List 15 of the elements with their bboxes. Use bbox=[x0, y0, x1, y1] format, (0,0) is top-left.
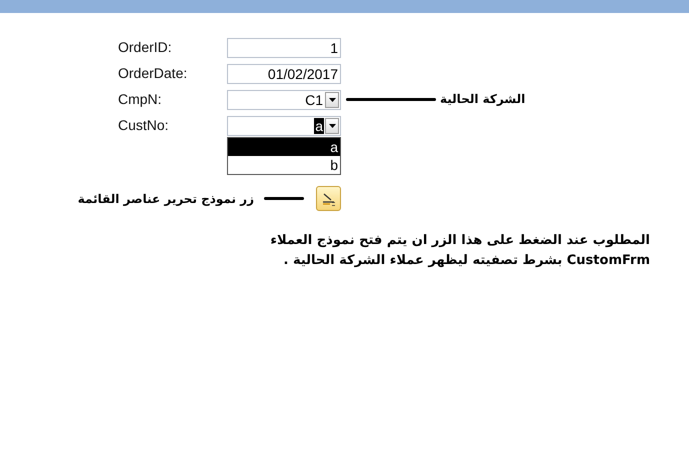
input-field[interactable]: 01/02/2017 bbox=[227, 64, 341, 84]
field-label: OrderDate: bbox=[118, 64, 188, 82]
input-field[interactable]: 1 bbox=[227, 38, 341, 58]
combo-box[interactable]: C1 bbox=[227, 90, 341, 110]
dropdown-option[interactable]: b bbox=[228, 156, 340, 174]
field-label: OrderID: bbox=[118, 38, 173, 56]
annotation-text: الشركة الحالية bbox=[440, 91, 526, 108]
annotation-text: زر نموذج تحرير عناصر القائمة bbox=[78, 190, 254, 208]
edit-list-button[interactable] bbox=[316, 186, 341, 211]
dropdown-option[interactable]: a bbox=[228, 138, 340, 156]
edit-list-icon bbox=[320, 190, 336, 206]
field-label: CustNo: bbox=[118, 116, 170, 134]
field-label: CmpN: bbox=[118, 90, 163, 108]
combo-box[interactable]: a bbox=[227, 116, 341, 136]
description-text: المطلوب عند الضغط على هذا الزر ان يتم فتح نموذج العملاء CustomFrm بشرط تصفيته ليظهر عملاء الشركة الحالية . bbox=[269, 232, 650, 270]
